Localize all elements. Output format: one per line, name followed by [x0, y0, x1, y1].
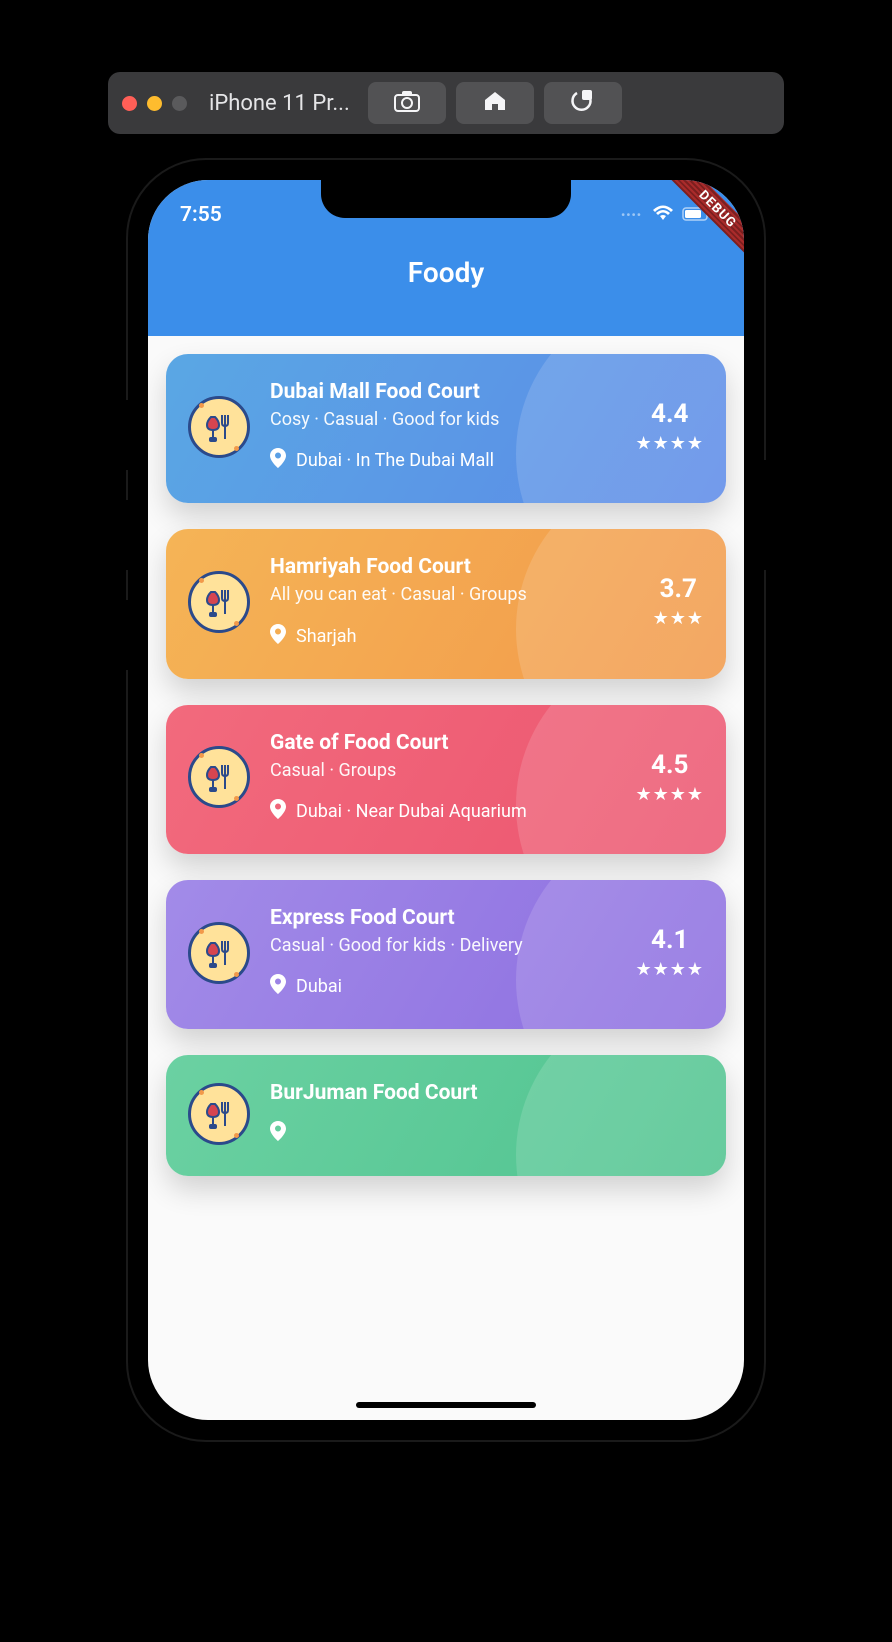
restaurant-card[interactable]: Express Food Court Casual · Good for kids…	[166, 880, 726, 1029]
rating-stars: ★★★	[653, 608, 704, 629]
restaurant-list[interactable]: Dubai Mall Food Court Cosy · Casual · Goo…	[148, 336, 744, 1420]
restaurant-card[interactable]: Hamriyah Food Court All you can eat · Cas…	[166, 529, 726, 678]
status-time: 7:55	[180, 203, 222, 227]
pin-icon	[270, 974, 286, 999]
pin-icon	[270, 799, 286, 824]
restaurant-tags: Casual · Good for kids · Delivery	[270, 934, 625, 958]
rating-stars: ★★★★	[635, 433, 704, 454]
pin-icon	[270, 1121, 286, 1146]
restaurant-location: Dubai	[270, 974, 625, 999]
wine-fork-icon	[188, 746, 250, 808]
wifi-icon	[652, 203, 674, 227]
rating-value: 4.5	[635, 750, 704, 780]
simulator-device-title: iPhone 11 Pr...	[209, 91, 350, 116]
minimize-window-button[interactable]	[147, 96, 162, 111]
location-text: Dubai · In The Dubai Mall	[296, 450, 494, 471]
location-text: Dubai	[296, 976, 342, 997]
card-info: Dubai Mall Food Court Cosy · Casual · Goo…	[270, 380, 625, 473]
rating-value: 3.7	[653, 574, 704, 604]
restaurant-location: Dubai · Near Dubai Aquarium	[270, 799, 625, 824]
rotate-icon	[570, 90, 596, 116]
rating-block: 3.7 ★★★	[643, 574, 704, 629]
location-text: Dubai · Near Dubai Aquarium	[296, 801, 527, 822]
restaurant-location: Dubai · In The Dubai Mall	[270, 448, 625, 473]
wine-fork-icon	[188, 922, 250, 984]
pin-icon	[270, 624, 286, 649]
rating-stars: ★★★★	[635, 959, 704, 980]
window-controls	[122, 96, 187, 111]
card-info: Hamriyah Food Court All you can eat · Cas…	[270, 555, 643, 648]
restaurant-card[interactable]: Dubai Mall Food Court Cosy · Casual · Goo…	[166, 354, 726, 503]
location-text: Sharjah	[296, 626, 357, 647]
restaurant-name: Express Food Court	[270, 906, 625, 930]
rating-value: 4.4	[635, 399, 704, 429]
restaurant-location	[270, 1121, 694, 1146]
rating-stars: ★★★★	[635, 784, 704, 805]
device-screen: DEBUG 7:55 •••• Foody Dubai Mall Food Co…	[148, 180, 744, 1420]
restaurant-name: BurJuman Food Court	[270, 1081, 694, 1105]
restaurant-tags: Casual · Groups	[270, 759, 625, 783]
rating-block: 4.4 ★★★★	[625, 399, 704, 454]
home-button[interactable]	[456, 82, 534, 124]
app-title: Foody	[148, 236, 744, 289]
rating-block: 4.5 ★★★★	[625, 750, 704, 805]
restaurant-card[interactable]: Gate of Food Court Casual · Groups Dubai ·…	[166, 705, 726, 854]
device-notch	[321, 180, 571, 218]
rotate-button[interactable]	[544, 82, 622, 124]
card-info: Express Food Court Casual · Good for kids…	[270, 906, 625, 999]
wine-fork-icon	[188, 571, 250, 633]
restaurant-location: Sharjah	[270, 624, 643, 649]
restaurant-card[interactable]: BurJuman Food Court	[166, 1055, 726, 1176]
pin-icon	[270, 448, 286, 473]
restaurant-name: Dubai Mall Food Court	[270, 380, 625, 404]
screenshot-button[interactable]	[368, 82, 446, 124]
camera-icon	[394, 90, 420, 116]
rating-block: 4.1 ★★★★	[625, 925, 704, 980]
rating-block	[694, 1112, 704, 1116]
home-icon	[482, 90, 508, 116]
restaurant-name: Gate of Food Court	[270, 731, 625, 755]
home-indicator[interactable]	[356, 1402, 536, 1408]
card-info: Gate of Food Court Casual · Groups Dubai ·…	[270, 731, 625, 824]
maximize-window-button[interactable]	[172, 96, 187, 111]
wine-fork-icon	[188, 396, 250, 458]
restaurant-name: Hamriyah Food Court	[270, 555, 643, 579]
close-window-button[interactable]	[122, 96, 137, 111]
restaurant-tags: All you can eat · Casual · Groups	[270, 583, 643, 607]
card-info: BurJuman Food Court	[270, 1081, 694, 1146]
simulator-toolbar: iPhone 11 Pr...	[108, 72, 784, 134]
wine-fork-icon	[188, 1083, 250, 1145]
restaurant-tags: Cosy · Casual · Good for kids	[270, 408, 625, 432]
device-frame: DEBUG 7:55 •••• Foody Dubai Mall Food Co…	[128, 160, 764, 1440]
rating-value: 4.1	[635, 925, 704, 955]
cellular-icon: ••••	[621, 208, 642, 222]
